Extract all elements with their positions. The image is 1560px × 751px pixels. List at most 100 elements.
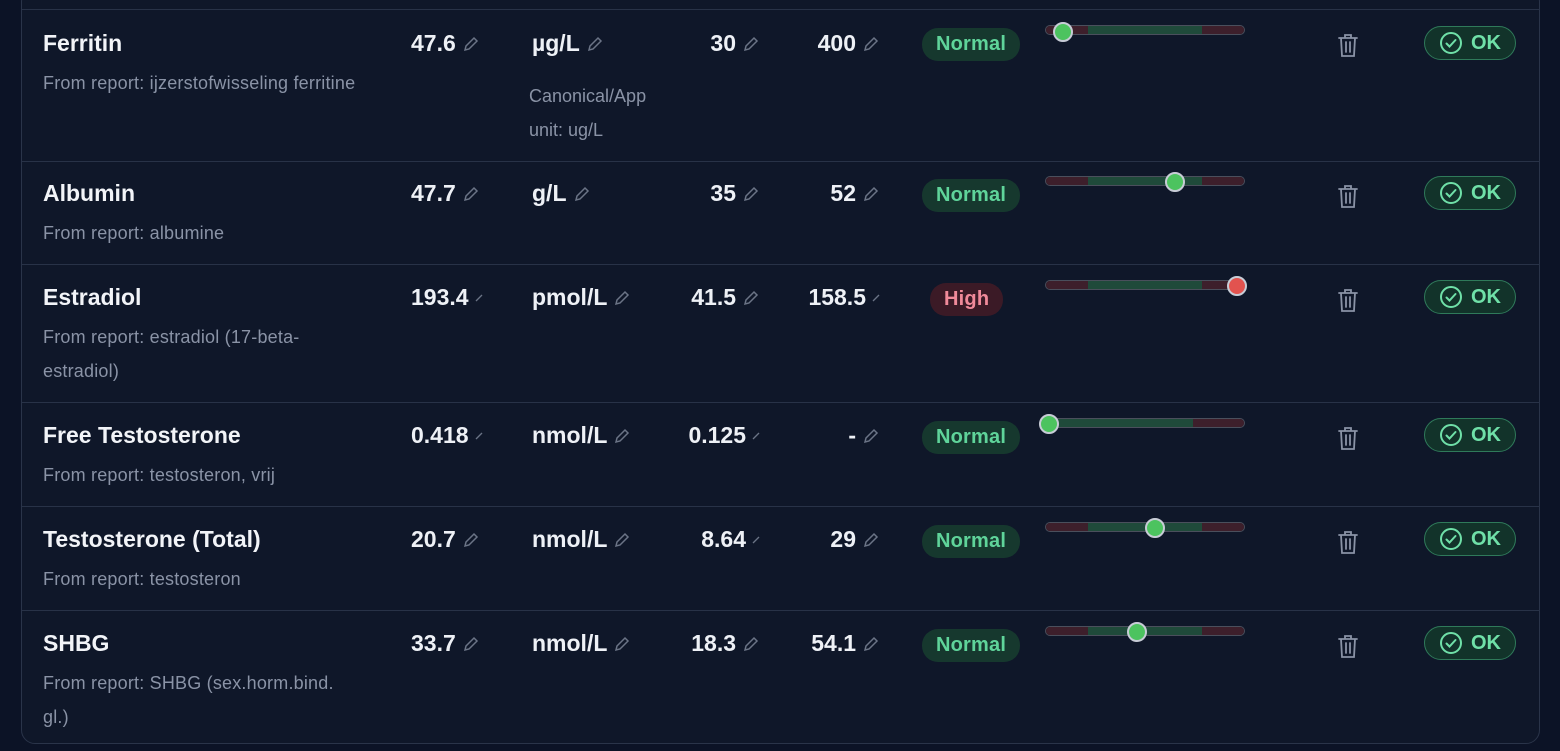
pencil-icon[interactable] bbox=[872, 294, 880, 302]
value-field[interactable]: 0.418 bbox=[411, 422, 483, 449]
value-field[interactable]: 33.7 bbox=[411, 630, 480, 657]
ref-low-text: 0.125 bbox=[688, 422, 746, 448]
ref-high-field[interactable]: 52 bbox=[782, 180, 880, 207]
pencil-icon[interactable] bbox=[742, 635, 760, 653]
source-label: From report: albumine bbox=[43, 223, 225, 243]
ok-button[interactable]: OK bbox=[1424, 522, 1516, 556]
pencil-icon[interactable] bbox=[752, 536, 760, 544]
pencil-icon[interactable] bbox=[862, 35, 880, 53]
ref-high-field[interactable]: - bbox=[782, 422, 880, 449]
pencil-icon[interactable] bbox=[462, 531, 480, 549]
status-badge: Normal bbox=[922, 421, 1021, 454]
ref-low-field[interactable]: 8.64 bbox=[662, 526, 760, 553]
ok-label: OK bbox=[1471, 631, 1501, 654]
check-circle-icon bbox=[1440, 528, 1462, 550]
pencil-icon[interactable] bbox=[462, 635, 480, 653]
pencil-icon[interactable] bbox=[586, 35, 604, 53]
ref-high-field[interactable]: 158.5 bbox=[782, 284, 880, 311]
table-row: Free Testosterone From report: testoster… bbox=[22, 403, 1540, 507]
source-label: From report: testosteron, vrij bbox=[43, 465, 276, 485]
ref-high-text: 54.1 bbox=[811, 630, 856, 656]
ok-button[interactable]: OK bbox=[1424, 626, 1516, 660]
value-field[interactable]: 20.7 bbox=[411, 526, 480, 553]
source-label: From report: testosteron bbox=[43, 569, 241, 589]
pencil-icon[interactable] bbox=[862, 427, 880, 445]
pencil-icon[interactable] bbox=[862, 635, 880, 653]
value-field[interactable]: 193.4 bbox=[411, 284, 483, 311]
ok-button[interactable]: OK bbox=[1424, 176, 1516, 210]
pencil-icon[interactable] bbox=[742, 35, 760, 53]
ok-label: OK bbox=[1471, 423, 1501, 446]
trash-icon[interactable] bbox=[1337, 633, 1359, 659]
check-circle-icon bbox=[1440, 632, 1462, 654]
status-badge: Normal bbox=[922, 525, 1021, 558]
range-bar bbox=[1045, 25, 1245, 35]
pencil-icon[interactable] bbox=[573, 185, 591, 203]
unit-field[interactable]: pmol/L bbox=[532, 284, 631, 311]
ok-label: OK bbox=[1471, 285, 1501, 308]
ref-low-text: 8.64 bbox=[701, 526, 746, 552]
ref-low-field[interactable]: 30 bbox=[662, 30, 760, 57]
pencil-icon[interactable] bbox=[462, 185, 480, 203]
unit-field[interactable]: nmol/L bbox=[532, 526, 631, 553]
pencil-icon[interactable] bbox=[613, 289, 631, 307]
trash-icon[interactable] bbox=[1337, 287, 1359, 313]
pencil-icon[interactable] bbox=[613, 427, 631, 445]
unit-field[interactable]: g/L bbox=[532, 180, 591, 207]
trash-icon[interactable] bbox=[1337, 183, 1359, 209]
pencil-icon[interactable] bbox=[742, 289, 760, 307]
biomarker-name: SHBG bbox=[43, 630, 110, 656]
ref-low-field[interactable]: 0.125 bbox=[662, 422, 760, 449]
pencil-icon[interactable] bbox=[475, 432, 483, 440]
trash-icon[interactable] bbox=[1337, 425, 1359, 451]
value-field[interactable]: 47.7 bbox=[411, 180, 480, 207]
unit-field[interactable]: µg/L bbox=[532, 30, 604, 57]
pencil-icon[interactable] bbox=[613, 635, 631, 653]
value-field[interactable]: 47.6 bbox=[411, 30, 480, 57]
pencil-icon[interactable] bbox=[462, 35, 480, 53]
value-text: 33.7 bbox=[411, 630, 456, 656]
range-bar bbox=[1045, 418, 1245, 428]
value-text: 193.4 bbox=[411, 284, 469, 310]
unit-field[interactable]: nmol/L bbox=[532, 422, 631, 449]
pencil-icon[interactable] bbox=[862, 531, 880, 549]
table-row: Ferritin From report: ijzerstofwisseling… bbox=[22, 9, 1540, 162]
range-bar bbox=[1045, 280, 1245, 290]
unit-text: nmol/L bbox=[532, 630, 608, 656]
status-badge: Normal bbox=[922, 179, 1021, 212]
table-row: Estradiol From report: estradiol (17-bet… bbox=[22, 265, 1540, 403]
check-circle-icon bbox=[1440, 182, 1462, 204]
ref-high-field[interactable]: 29 bbox=[782, 526, 880, 553]
pencil-icon[interactable] bbox=[613, 531, 631, 549]
ok-button[interactable]: OK bbox=[1424, 26, 1516, 60]
ref-high-text: 52 bbox=[830, 180, 856, 206]
ok-label: OK bbox=[1471, 31, 1501, 54]
unit-field[interactable]: nmol/L bbox=[532, 630, 631, 657]
biomarker-name: Free Testosterone bbox=[43, 422, 241, 448]
pencil-icon[interactable] bbox=[862, 185, 880, 203]
trash-icon[interactable] bbox=[1337, 32, 1359, 58]
status-badge: High bbox=[930, 283, 1004, 316]
range-marker bbox=[1165, 172, 1185, 192]
ref-high-text: 29 bbox=[830, 526, 856, 552]
range-marker bbox=[1145, 518, 1165, 538]
value-text: 47.6 bbox=[411, 30, 456, 56]
pencil-icon[interactable] bbox=[742, 185, 760, 203]
trash-icon[interactable] bbox=[1337, 529, 1359, 555]
ok-button[interactable]: OK bbox=[1424, 280, 1516, 314]
table-row: Albumin From report: albumine 47.7 g/L 3… bbox=[22, 161, 1540, 265]
range-marker bbox=[1127, 622, 1147, 642]
unit-text: nmol/L bbox=[532, 422, 608, 448]
status-badge: Normal bbox=[922, 629, 1021, 662]
ref-low-field[interactable]: 41.5 bbox=[662, 284, 760, 311]
status-badge: Normal bbox=[922, 28, 1021, 61]
ref-low-text: 41.5 bbox=[691, 284, 736, 310]
ref-high-field[interactable]: 54.1 bbox=[782, 630, 880, 657]
ref-low-field[interactable]: 18.3 bbox=[662, 630, 760, 657]
ref-high-field[interactable]: 400 bbox=[782, 30, 880, 57]
range-marker bbox=[1039, 414, 1059, 434]
pencil-icon[interactable] bbox=[475, 294, 483, 302]
ok-button[interactable]: OK bbox=[1424, 418, 1516, 452]
pencil-icon[interactable] bbox=[752, 432, 760, 440]
ref-low-field[interactable]: 35 bbox=[662, 180, 760, 207]
